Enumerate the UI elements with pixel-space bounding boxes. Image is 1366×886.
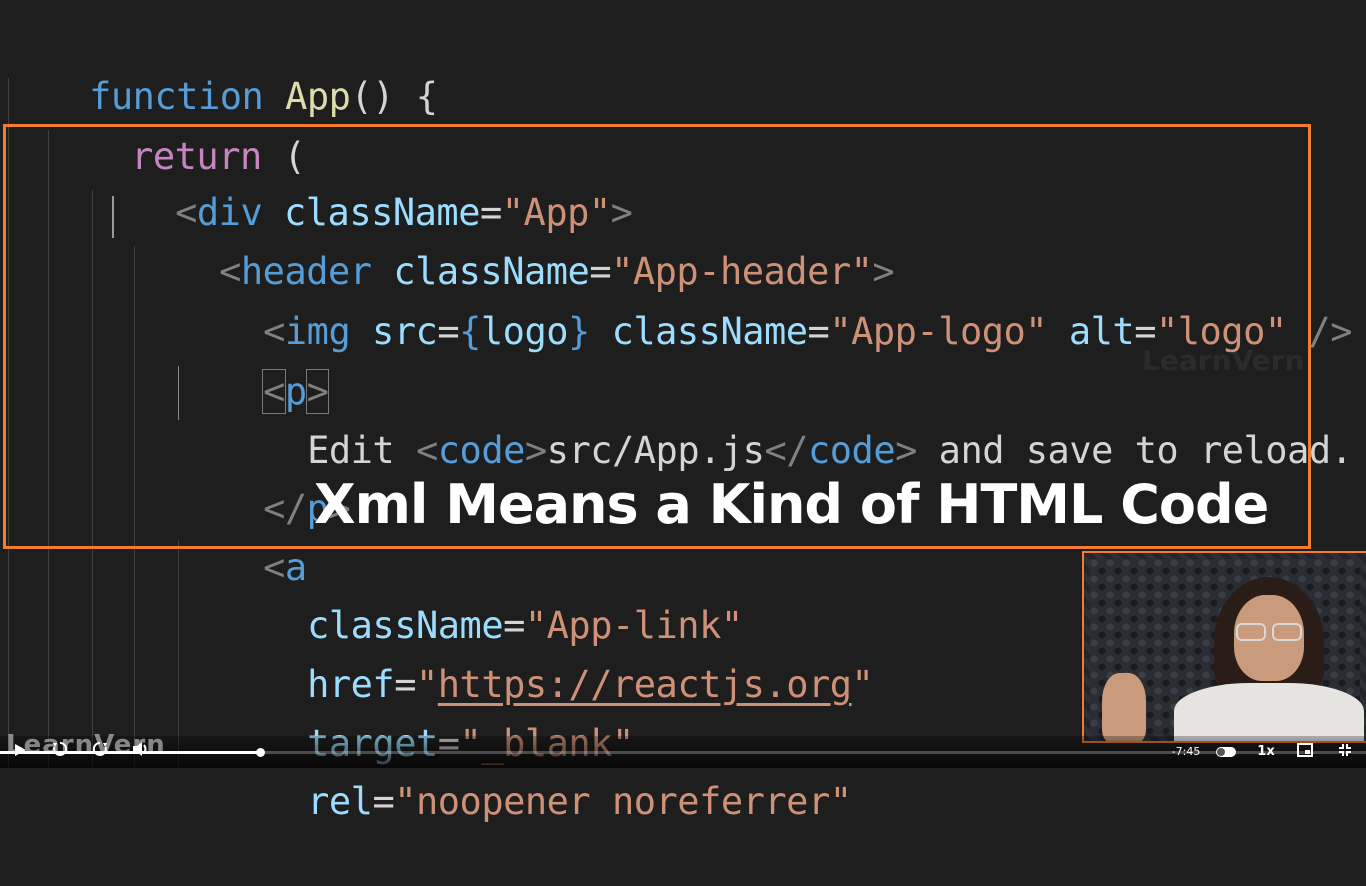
attribute-value: " (851, 663, 874, 706)
attribute-value: "noopener noreferrer" (394, 780, 852, 823)
progress-thumb[interactable] (255, 748, 265, 757)
punctuation: () { (350, 75, 438, 118)
fullscreen-exit-icon (1339, 744, 1351, 756)
volume-button[interactable] (130, 740, 152, 764)
autoplay-toggle[interactable] (1216, 747, 1236, 757)
attribute-name: rel (307, 780, 373, 823)
time-remaining: -7:45 (1171, 745, 1201, 758)
equals: = (372, 780, 395, 823)
volume-icon (133, 742, 147, 756)
presenter-body (1174, 683, 1364, 741)
progress-bar[interactable] (0, 748, 1366, 757)
presenter-hand (1102, 673, 1146, 741)
code-line-11: href="https://reactjs.org" (220, 601, 874, 706)
glasses-icon (1236, 623, 1302, 641)
webcam-overlay (1082, 551, 1366, 743)
play-icon (15, 744, 26, 756)
pip-icon (1297, 743, 1313, 757)
tag-bracket: /> (1308, 310, 1352, 353)
forward-button[interactable] (90, 740, 110, 764)
code-line-2: return ( (44, 73, 306, 178)
code-line-12: target="_blank" (220, 660, 634, 765)
code-line-10: className="App-link" (220, 542, 743, 647)
caption-text: Xml Means a Kind of HTML Code (314, 473, 1269, 536)
replay-icon (53, 741, 68, 756)
pip-button[interactable] (1294, 740, 1316, 764)
forward-icon (92, 741, 107, 756)
fullscreen-exit-button[interactable] (1334, 740, 1356, 764)
play-button[interactable] (10, 740, 30, 764)
code-line-1: function App() { (2, 13, 438, 118)
playback-speed-button[interactable]: 1x (1254, 740, 1278, 764)
replay-button[interactable] (50, 740, 70, 764)
